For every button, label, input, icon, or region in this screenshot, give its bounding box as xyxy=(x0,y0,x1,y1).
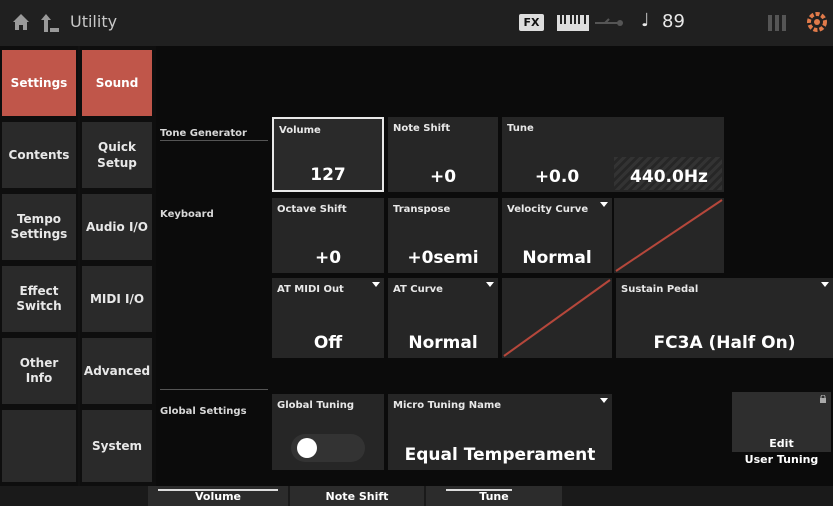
nav-system-label: System xyxy=(92,439,142,453)
edit-user-tuning-button[interactable]: Edit User Tuning xyxy=(732,392,831,466)
tab-indicator xyxy=(158,489,278,491)
grid-icon[interactable] xyxy=(768,15,786,31)
velocity-curve-line xyxy=(615,199,723,272)
velocity-curve-value: Normal xyxy=(522,248,592,268)
nav-other-info[interactable]: Other Info xyxy=(2,338,76,404)
global-tuning-label: Global Tuning xyxy=(277,400,354,411)
nav-other-label: Other Info xyxy=(19,356,59,385)
chevron-down-icon xyxy=(821,282,829,287)
sustain-pedal-param[interactable]: Sustain Pedal FC3A (Half On) xyxy=(616,278,833,358)
chevron-down-icon xyxy=(600,202,608,207)
gear-icon[interactable] xyxy=(807,12,827,32)
velocity-curve-param[interactable]: Velocity Curve Normal xyxy=(502,198,612,273)
micro-tuning-label: Micro Tuning Name xyxy=(393,400,502,411)
nav-system[interactable]: System xyxy=(82,410,152,482)
settings-panel: Tone Generator Volume 127 Note Shift +0 … xyxy=(156,46,833,486)
octave-shift-param[interactable]: Octave Shift +0 xyxy=(272,198,384,273)
note-shift-value: +0 xyxy=(429,167,457,187)
tab-volume-label: Volume xyxy=(195,490,241,503)
nav-quick-setup[interactable]: Quick Setup xyxy=(82,122,152,188)
keyboard-label: Keyboard xyxy=(160,209,214,220)
chevron-down-icon xyxy=(486,282,494,287)
knob-assign-bar: Volume Note Shift Tune xyxy=(0,486,833,506)
global-settings-label: Global Settings xyxy=(160,406,247,417)
global-tuning-param[interactable]: Global Tuning xyxy=(272,394,384,470)
nav-midi-label: MIDI I/O xyxy=(89,292,145,306)
nav-settings[interactable]: Settings xyxy=(2,50,76,116)
tab-indicator xyxy=(446,489,512,491)
octave-shift-label: Octave Shift xyxy=(277,204,347,215)
tone-generator-label: Tone Generator xyxy=(160,128,247,139)
micro-tuning-value: Equal Temperament xyxy=(404,445,596,465)
nav-effect-switch[interactable]: Effect Switch xyxy=(2,266,76,332)
tab-tune[interactable]: Tune xyxy=(426,486,562,506)
toggle-knob xyxy=(297,438,317,458)
nav-midi-io[interactable]: MIDI I/O xyxy=(82,266,152,332)
page-title: Utility xyxy=(70,12,118,31)
volume-value: 127 xyxy=(310,165,346,185)
nav-contents-label: Contents xyxy=(8,147,70,162)
nav-sound[interactable]: Sound xyxy=(82,50,152,116)
at-curve-value: Normal xyxy=(408,333,478,353)
chevron-down-icon xyxy=(600,398,608,403)
tab-volume[interactable]: Volume xyxy=(148,486,288,506)
at-curve-line xyxy=(503,279,611,357)
tune-label: Tune xyxy=(507,123,534,134)
sustain-pedal-label: Sustain Pedal xyxy=(621,284,699,295)
back-icon[interactable] xyxy=(40,12,60,34)
nav-contents[interactable]: Contents xyxy=(2,122,76,188)
chevron-down-icon xyxy=(372,282,380,287)
velocity-curve-graph xyxy=(614,198,724,273)
nav-advanced[interactable]: Advanced xyxy=(82,338,152,404)
lock-icon xyxy=(820,395,826,403)
sustain-pedal-value: FC3A (Half On) xyxy=(653,333,796,353)
global-tuning-toggle[interactable] xyxy=(291,434,365,462)
nav-empty xyxy=(2,410,76,482)
category-nav: Settings Contents Tempo Settings Effect … xyxy=(0,46,78,486)
nav-tempo-label: Tempo Settings xyxy=(10,212,68,241)
transpose-label: Transpose xyxy=(393,204,451,215)
tune-param[interactable]: Tune +0.0 440.0Hz xyxy=(502,117,724,192)
note-shift-param[interactable]: Note Shift +0 xyxy=(388,117,498,192)
micro-tuning-param[interactable]: Micro Tuning Name Equal Temperament xyxy=(388,394,612,470)
top-bar: Utility FX ♩ 89 xyxy=(0,0,833,46)
at-midi-out-value: Off xyxy=(313,333,343,353)
nav-effect-label: Effect Switch xyxy=(16,284,62,313)
at-midi-out-param[interactable]: AT MIDI Out Off xyxy=(272,278,384,358)
tune-value: +0.0 xyxy=(534,167,580,187)
at-curve-param[interactable]: AT Curve Normal xyxy=(388,278,498,358)
at-curve-label: AT Curve xyxy=(393,284,443,295)
nav-audio-label: Audio I/O xyxy=(85,220,148,234)
fx-badge: FX xyxy=(519,14,544,31)
transpose-param[interactable]: Transpose +0semi xyxy=(388,198,498,273)
nav-quick-label: Quick Setup xyxy=(97,140,137,170)
velocity-curve-label: Velocity Curve xyxy=(507,204,589,215)
row-divider xyxy=(160,389,268,390)
nav-sound-label: Sound xyxy=(95,76,139,90)
volume-label: Volume xyxy=(279,125,321,136)
tune-hz-value: 440.0Hz xyxy=(630,167,708,187)
transpose-value: +0semi xyxy=(407,248,479,268)
nav-advanced-label: Advanced xyxy=(83,364,151,378)
at-curve-graph xyxy=(502,278,612,358)
usb-icon xyxy=(595,18,623,26)
edit-user-tuning-label: Edit User Tuning xyxy=(744,437,819,466)
subcategory-nav: Sound Quick Setup Audio I/O MIDI I/O Adv… xyxy=(80,46,156,486)
nav-tempo-settings[interactable]: Tempo Settings xyxy=(2,194,76,260)
tempo-note-icon: ♩ xyxy=(641,10,650,31)
note-shift-label: Note Shift xyxy=(393,123,451,134)
home-icon[interactable] xyxy=(12,13,30,31)
row-divider xyxy=(160,140,268,141)
at-midi-out-label: AT MIDI Out xyxy=(277,284,344,295)
tempo-value[interactable]: 89 xyxy=(662,11,685,32)
nav-settings-label: Settings xyxy=(10,75,68,90)
octave-shift-value: +0 xyxy=(314,248,342,268)
tab-note-shift[interactable]: Note Shift xyxy=(290,486,424,506)
tab-tune-label: Tune xyxy=(479,490,509,503)
nav-audio-io[interactable]: Audio I/O xyxy=(82,194,152,260)
volume-param[interactable]: Volume 127 xyxy=(272,117,384,192)
tab-note-shift-label: Note Shift xyxy=(325,490,389,503)
keyboard-icon xyxy=(557,15,589,31)
